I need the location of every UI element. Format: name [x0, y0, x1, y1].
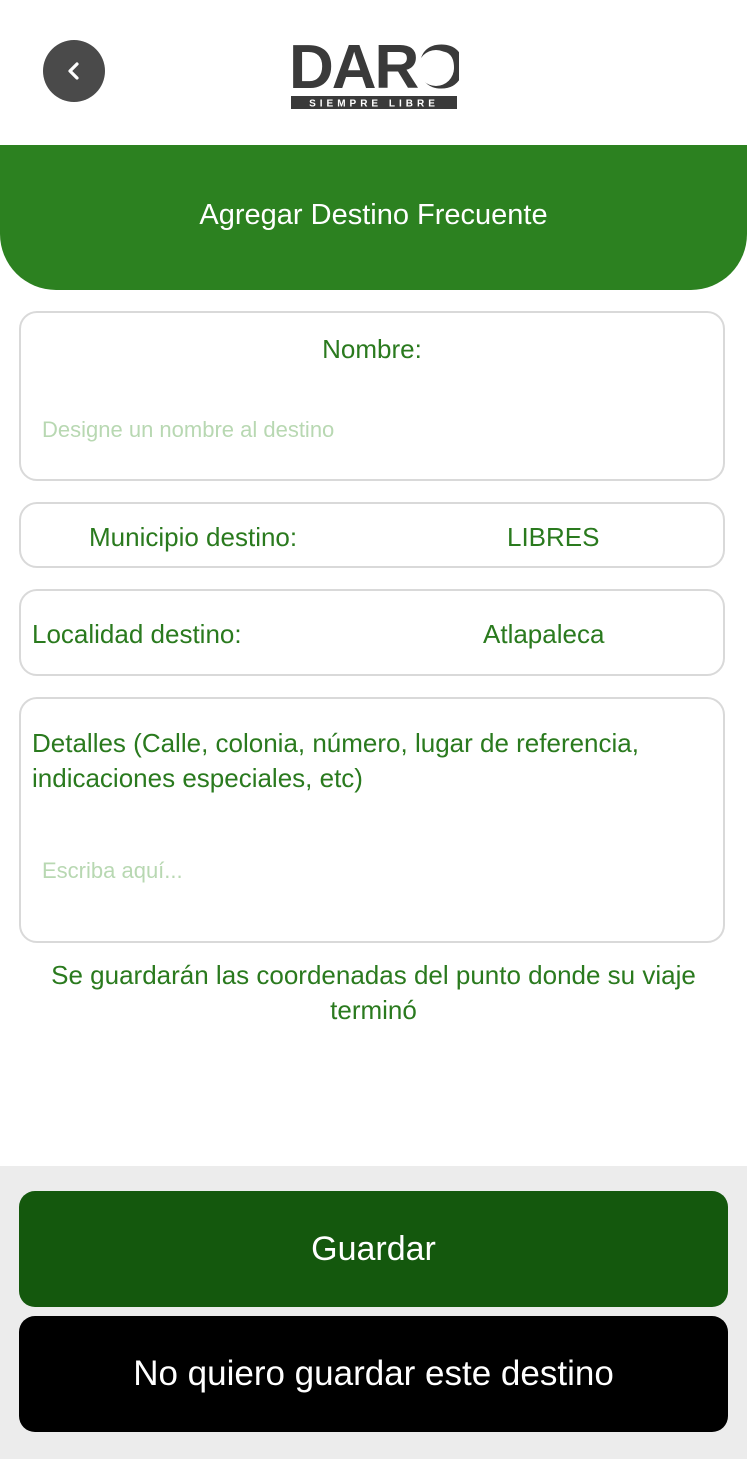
detalles-card: Detalles (Calle, colonia, número, lugar …: [19, 697, 725, 943]
coordinates-note: Se guardarán las coordenadas del punto d…: [51, 960, 696, 1025]
back-button[interactable]: [43, 40, 105, 102]
dont-save-button[interactable]: No quiero guardar este destino: [19, 1316, 728, 1432]
localidad-card[interactable]: Localidad destino: Atlapaleca: [19, 589, 725, 676]
localidad-value: Atlapaleca: [483, 619, 605, 649]
page-title: Agregar Destino Frecuente: [199, 199, 548, 231]
map-pin-icon: [418, 50, 454, 86]
title-banner: Agregar Destino Frecuente: [0, 145, 747, 290]
save-button[interactable]: Guardar: [19, 1191, 728, 1307]
detalles-input[interactable]: [40, 854, 704, 888]
municipio-card[interactable]: Municipio destino: LIBRES: [19, 502, 725, 568]
municipio-label: Municipio destino:: [89, 522, 298, 552]
dont-save-button-label: No quiero guardar este destino: [133, 1354, 614, 1393]
nombre-input[interactable]: [40, 413, 704, 447]
localidad-label: Localidad destino:: [32, 619, 242, 649]
daro-logo: DARO SIEMPRE LIBRE: [289, 33, 459, 110]
nombre-label: Nombre:: [322, 334, 422, 364]
top-bar: DARO SIEMPRE LIBRE: [0, 0, 747, 145]
detalles-label: Detalles (Calle, colonia, número, lugar …: [32, 728, 639, 793]
municipio-value: LIBRES: [507, 522, 600, 552]
chevron-left-icon: [68, 62, 79, 80]
save-button-label: Guardar: [311, 1229, 436, 1268]
nombre-card: Nombre:: [19, 311, 725, 481]
logo-tagline: SIEMPRE LIBRE: [309, 99, 439, 110]
